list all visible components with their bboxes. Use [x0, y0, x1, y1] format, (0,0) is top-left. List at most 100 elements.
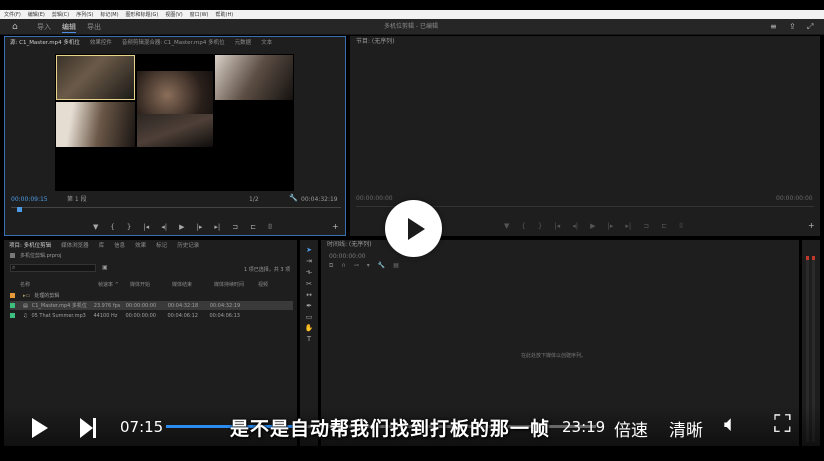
- step-forward-icon[interactable]: |▸: [196, 223, 202, 232]
- captions-icon[interactable]: ▤: [393, 262, 399, 270]
- program-title[interactable]: 节目: (无序列): [356, 38, 395, 46]
- extract-icon[interactable]: ⊏: [661, 222, 667, 231]
- play-icon[interactable]: ▶: [590, 222, 595, 231]
- add-marker-icon[interactable]: ▼: [504, 222, 509, 231]
- track-select-tool-icon[interactable]: ⇥: [306, 257, 312, 265]
- col-video[interactable]: 视频: [258, 281, 268, 288]
- tab-project[interactable]: 项目: 多机位剪辑: [9, 241, 51, 249]
- new-bin-icon[interactable]: ▣: [102, 264, 108, 271]
- tab-source[interactable]: 源: C1_Master.mp4 多机位: [10, 38, 80, 46]
- col-fps[interactable]: 帧速率 ^: [98, 281, 130, 288]
- snap-icon[interactable]: ∩: [341, 262, 345, 270]
- tab-edit[interactable]: 编辑: [62, 22, 76, 33]
- mark-in-icon[interactable]: {: [110, 223, 114, 232]
- label-color-swatch[interactable]: [10, 293, 15, 298]
- timeline-title[interactable]: 时间线: (无序列): [327, 241, 372, 249]
- tab-effects[interactable]: 效果: [135, 241, 146, 249]
- nest-icon[interactable]: ⧉: [329, 262, 333, 270]
- tab-markers[interactable]: 标记: [156, 241, 167, 249]
- tab-audio-mixer[interactable]: 音频剪辑混合器: C1_Master.mp4 多机位: [122, 38, 225, 46]
- menu-item-3[interactable]: 序列(S): [76, 11, 93, 18]
- source-scrubber[interactable]: [11, 207, 341, 213]
- camera-angle-1[interactable]: [56, 55, 135, 100]
- share-icon[interactable]: ⇪: [789, 22, 796, 31]
- go-to-in-icon[interactable]: |◂: [554, 222, 560, 231]
- mark-out-icon[interactable]: }: [538, 222, 542, 231]
- label-color-swatch[interactable]: [10, 303, 15, 308]
- play-icon[interactable]: ▶: [179, 223, 184, 232]
- menu-item-6[interactable]: 视图(V): [165, 11, 182, 18]
- tab-effect-controls[interactable]: 效果控件: [90, 38, 112, 46]
- timeline-timecode[interactable]: 00:00:00:00: [329, 253, 366, 261]
- next-button[interactable]: [80, 418, 98, 438]
- menu-item-7[interactable]: 窗口(W): [190, 11, 209, 18]
- project-search-input[interactable]: [10, 264, 96, 272]
- tab-libraries[interactable]: 库: [99, 241, 105, 249]
- insert-icon[interactable]: ⊐: [232, 223, 238, 232]
- table-row[interactable]: ▤ C1_Master.mp4 多机位 23.976 fps 00:00:00:…: [10, 301, 293, 310]
- rectangle-tool-icon[interactable]: ▭: [306, 313, 313, 321]
- multicam-preview[interactable]: [55, 54, 294, 191]
- tab-export[interactable]: 导出: [87, 22, 101, 32]
- step-back-icon[interactable]: ◂|: [161, 223, 167, 232]
- program-timecode-left[interactable]: 00:00:00:00: [356, 195, 393, 203]
- camera-angle-5[interactable]: [137, 114, 213, 147]
- go-to-in-icon[interactable]: |◂: [143, 223, 149, 232]
- overwrite-icon[interactable]: ⊏: [250, 223, 256, 232]
- linked-selection-icon[interactable]: ⊸: [354, 262, 359, 270]
- volume-icon[interactable]: 🔈︎: [724, 412, 737, 437]
- pen-tool-icon[interactable]: ✒: [306, 302, 312, 310]
- speed-button[interactable]: 倍速: [614, 416, 648, 441]
- camera-angle-3[interactable]: [215, 55, 293, 100]
- menu-item-2[interactable]: 剪辑(C): [52, 11, 69, 18]
- menu-item-1[interactable]: 编辑(E): [28, 11, 45, 18]
- wrench-icon[interactable]: 🔧: [378, 262, 385, 270]
- go-to-out-icon[interactable]: ▸|: [625, 222, 631, 231]
- go-to-out-icon[interactable]: ▸|: [214, 223, 220, 232]
- marker-icon[interactable]: ▾: [367, 262, 370, 270]
- table-row[interactable]: ♫ 05 That Summer.mp3 44100 Hz 00:00:00:0…: [10, 311, 293, 320]
- tab-media-browser[interactable]: 媒体浏览器: [61, 241, 89, 249]
- type-tool-icon[interactable]: T: [307, 335, 311, 343]
- tab-history[interactable]: 历史记录: [177, 241, 199, 249]
- export-frame-icon[interactable]: ⌷: [679, 222, 683, 231]
- play-button[interactable]: [32, 418, 48, 438]
- playhead-marker[interactable]: [17, 207, 22, 212]
- workspace-icon[interactable]: ≡: [770, 22, 777, 31]
- mark-in-icon[interactable]: {: [521, 222, 525, 231]
- ripple-edit-tool-icon[interactable]: ⟛: [306, 268, 312, 277]
- hand-tool-icon[interactable]: ✋: [305, 324, 314, 332]
- fullscreen-icon[interactable]: ⤢: [807, 22, 813, 32]
- slip-tool-icon[interactable]: ↔: [306, 291, 312, 299]
- label-color-swatch[interactable]: [10, 313, 15, 318]
- camera-angle-4[interactable]: [56, 102, 135, 147]
- quality-select[interactable]: 1/2: [249, 196, 259, 204]
- source-timecode-in[interactable]: 00:00:09:15: [11, 196, 48, 204]
- tab-text[interactable]: 文本: [261, 38, 272, 46]
- step-back-icon[interactable]: ◂|: [572, 222, 578, 231]
- razor-tool-icon[interactable]: ✂: [306, 280, 312, 288]
- add-button[interactable]: +: [332, 222, 339, 231]
- tab-metadata[interactable]: 元数据: [235, 38, 252, 46]
- tab-import[interactable]: 导入: [37, 22, 51, 32]
- menu-item-4[interactable]: 标记(M): [100, 11, 118, 18]
- wrench-icon[interactable]: 🔧: [289, 194, 298, 202]
- quality-button[interactable]: 清晰: [669, 416, 703, 441]
- table-row[interactable]: ▸▭ 处理的剪辑: [10, 291, 293, 300]
- add-marker-icon[interactable]: ▼: [93, 223, 98, 232]
- tab-info[interactable]: 信息: [114, 241, 125, 249]
- home-icon[interactable]: ⌂: [12, 22, 18, 32]
- add-button[interactable]: +: [808, 221, 815, 230]
- col-end[interactable]: 媒体结束: [172, 281, 214, 288]
- menu-item-0[interactable]: 文件(F): [4, 11, 21, 18]
- selection-tool-icon[interactable]: ➤: [306, 246, 312, 254]
- export-frame-icon[interactable]: ⌷: [268, 223, 272, 232]
- col-start[interactable]: 媒体开始: [130, 281, 172, 288]
- col-name[interactable]: 名称: [10, 281, 98, 288]
- fullscreen-icon[interactable]: ⛶: [774, 410, 791, 438]
- lift-icon[interactable]: ⊐: [643, 222, 649, 231]
- col-duration[interactable]: 媒体持续时间: [214, 281, 258, 288]
- step-forward-icon[interactable]: |▸: [607, 222, 613, 231]
- menu-item-8[interactable]: 帮助(H): [216, 11, 234, 18]
- mark-out-icon[interactable]: }: [127, 223, 131, 232]
